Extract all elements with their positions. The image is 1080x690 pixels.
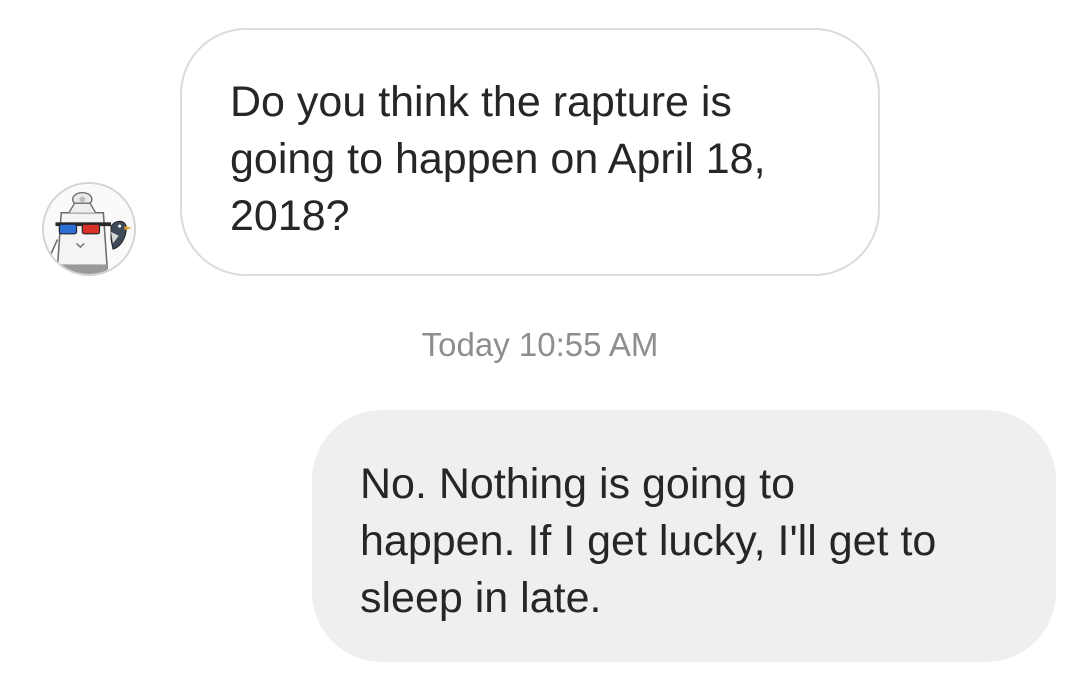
sender-avatar[interactable] [42, 182, 136, 276]
received-message-bubble[interactable]: Do you think the rapture is going to hap… [180, 28, 880, 276]
sent-message-text: No. Nothing is going to happen. If I get… [360, 460, 937, 622]
sent-message-bubble[interactable]: No. Nothing is going to happen. If I get… [312, 410, 1056, 662]
received-message-text: Do you think the rapture is going to hap… [230, 78, 766, 240]
robot-avatar-icon [44, 184, 134, 274]
message-timestamp: Today 10:55 AM [421, 326, 659, 363]
